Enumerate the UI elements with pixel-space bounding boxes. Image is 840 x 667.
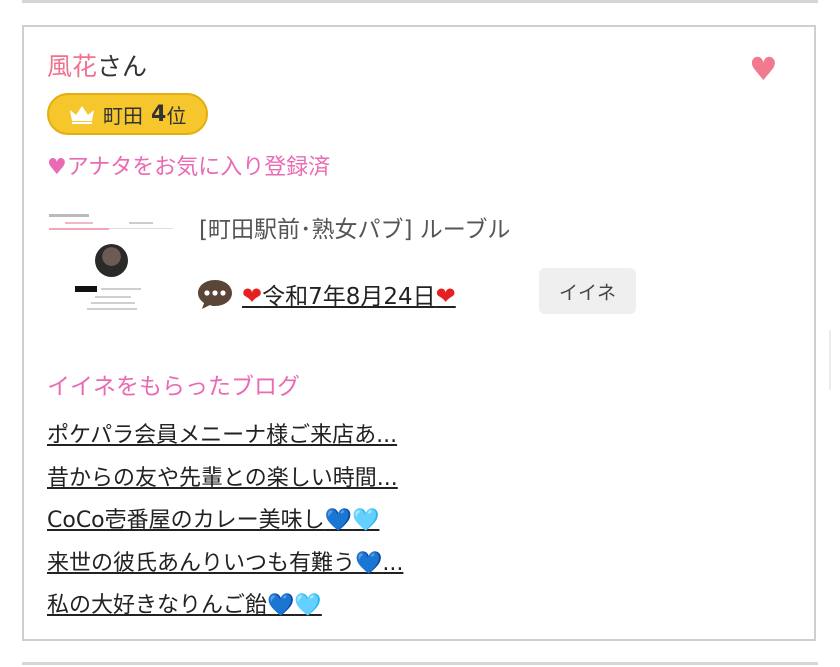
bottom-divider [22,662,818,665]
heart-emoji-right: ❤ [435,282,456,310]
top-divider [22,0,818,3]
cast-name[interactable]: 風花さん [47,51,147,83]
like-button[interactable]: イイネ [539,268,636,314]
thumbnail-avatar [95,244,128,277]
blue-heart-emoji: 💙 [324,508,353,533]
cast-honorific: さん [97,52,148,81]
heart-emoji-left: ❤ [242,282,263,310]
blog-link-1[interactable]: ポケパラ会員メニーナ様ご来店あ... [47,415,403,458]
diary-date-link[interactable]: ❤令和7年8月24日❤ [242,277,456,311]
diary-thumbnail[interactable] [47,212,175,340]
rank-number: 4 [151,101,167,127]
profile-card: 風花さん ♥ 町田 4 位 ♥アナタをお気に入り登録済 [町田駅前･熟女パブ] … [22,25,816,641]
blog-link-2[interactable]: 昔からの友や先輩との楽しい時間... [47,458,403,501]
light-blue-heart-emoji: 🩵 [294,593,322,618]
liked-blogs-heading: イイネをもらったブログ [47,374,300,400]
cast-name-text[interactable]: 風花 [47,52,97,81]
favorite-status: ♥アナタをお気に入り登録済 [47,155,331,180]
blog-link-4[interactable]: 来世の彼氏あんりいつも有難う💙... [47,543,403,586]
blog-link-5[interactable]: 私の大好きなりんご飴💙🩵 [47,585,403,628]
diary-date: 令和7年8月24日 [262,284,436,310]
scroll-indicator [829,330,831,390]
blog-link-3[interactable]: CoCo壱番屋のカレー美味し💙🩵 [47,500,403,543]
rank-area: 町田 [103,103,143,128]
heart-icon[interactable]: ♥ [749,53,778,85]
liked-blog-list: ポケパラ会員メニーナ様ご来店あ... 昔からの友や先輩との楽しい時間... Co… [47,415,403,628]
blue-heart-emoji: 💙 [267,593,295,618]
shop-name: [町田駅前･熟女パブ] ルーブル [199,217,511,243]
speech-bubble-icon [198,280,232,309]
rank-badge: 町田 4 位 [47,93,208,135]
crown-icon [70,106,94,124]
rank-unit: 位 [166,103,187,128]
diary-row: ❤令和7年8月24日❤ [196,274,456,314]
blue-heart-emoji: 💙 [355,550,383,576]
light-blue-heart-emoji: 🩵 [352,508,380,533]
